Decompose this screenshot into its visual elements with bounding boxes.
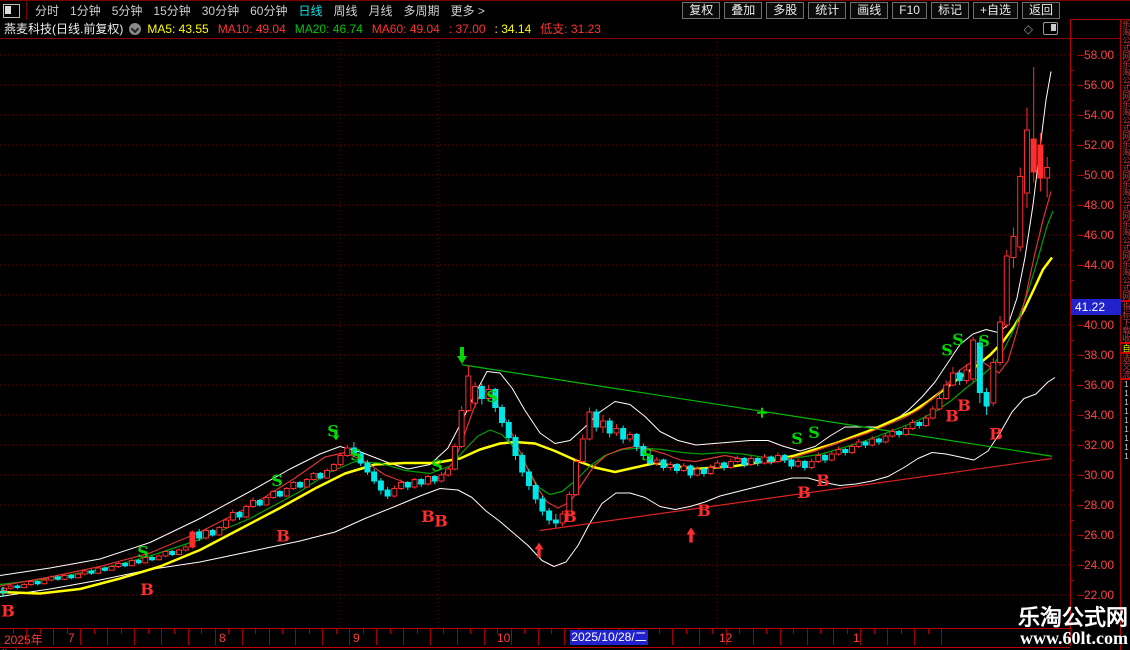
right-strip-text: 111111111 <box>1122 380 1130 461</box>
toolbar-button-6[interactable]: F10 <box>892 2 927 19</box>
period-tab-5[interactable]: 30分钟 <box>202 4 239 18</box>
price-axis-label: 52.00 <box>1084 138 1115 152</box>
price-axis-label: 54.00 <box>1084 108 1115 122</box>
sell-signal-marker: S <box>271 471 283 490</box>
price-axis-label: 40.00 <box>1084 318 1115 332</box>
buy-signal-marker: B <box>140 580 154 599</box>
buy-signal-marker: B <box>816 471 830 490</box>
buy-signal-marker: B <box>989 425 1003 444</box>
selected-date-badge: 2025/10/28/二 <box>570 630 648 645</box>
price-badge: 41.22 <box>1071 298 1121 315</box>
year-label: 2025年 <box>4 633 43 647</box>
trading-app-window: 分时 1分钟 5分钟 15分钟 30分钟 60分钟 日线 周线 月线 多周期 更多 > 复权 叠加 多股… <box>0 0 1130 650</box>
month-label: 10 <box>497 631 511 645</box>
period-tab-4[interactable]: 15分钟 <box>153 4 190 18</box>
toolbar-button-3[interactable]: 多股 <box>766 2 805 19</box>
buy-signal-marker: B <box>957 396 971 415</box>
buy-signal-marker: B <box>1 602 15 621</box>
price-axis-label: 32.00 <box>1084 438 1115 452</box>
buy-signal-marker: B <box>797 483 811 502</box>
buy-signal-marker: B <box>276 527 290 546</box>
period-tab-2[interactable]: 1分钟 <box>70 4 101 18</box>
right-strip-text: 自 <box>1122 344 1130 352</box>
sell-signal-marker: S <box>641 446 653 465</box>
right-strip-text: 指标下载收 <box>1122 302 1130 342</box>
buy-signal-marker: B <box>697 501 711 520</box>
price-axis-label: 24.00 <box>1084 558 1115 572</box>
price-axis-label: 22.00 <box>1084 588 1115 602</box>
indicator-value: 低支: 31.23 <box>540 22 601 36</box>
price-axis: ··· 58.00 ··· 56.00 ··· 54.00 ··· 52.00 ··· 50.00… <box>1070 20 1121 646</box>
buy-signal-marker: B <box>563 507 577 526</box>
price-axis-label: 48.00 <box>1084 198 1115 212</box>
sell-signal-marker: S <box>941 341 953 360</box>
period-tab-1[interactable]: 分时 <box>35 4 59 18</box>
period-tab-7[interactable]: 日线 <box>298 4 322 18</box>
toolbar-button-9[interactable]: 返回 <box>1021 2 1060 19</box>
indicator-value: MA5: 43.55 <box>147 22 209 36</box>
indicator-value: MA10: 49.04 <box>217 22 286 36</box>
sell-signal-marker: S <box>486 387 498 406</box>
watermark-url: www.60lt.com <box>1020 628 1128 649</box>
toolbar-button-8[interactable]: +自选 <box>972 2 1018 19</box>
price-axis-label: 26.00 <box>1084 528 1115 542</box>
price-axis-label: 56.00 <box>1084 78 1115 92</box>
month-label: 7 <box>68 631 75 645</box>
period-tab-10[interactable]: 多周期 <box>404 4 440 18</box>
month-label: 9 <box>353 631 360 645</box>
toolbar-button-4[interactable]: 统计 <box>808 2 847 19</box>
stock-title: 燕麦科技(日线.前复权) <box>4 22 124 36</box>
right-strip-text: 乐淘公式网乐淘公式网乐淘公式网乐淘公式网乐淘公式网乐淘公式网乐淘公式网 <box>1122 20 1130 300</box>
period-tab-8[interactable]: 周线 <box>333 4 357 18</box>
sell-signal-marker: S <box>808 423 820 442</box>
indicator-info-bar: 燕麦科技(日线.前复权) MA5: 43.55 MA10: 49.04 MA20: … <box>0 19 1130 39</box>
period-tab-9[interactable]: 月线 <box>369 4 393 18</box>
price-axis-label: 28.00 <box>1084 498 1115 512</box>
month-label: 8 <box>219 631 226 645</box>
buy-signal-marker: B <box>421 507 435 526</box>
period-toolbar: 分时 1分钟 5分钟 15分钟 30分钟 60分钟 日线 周线 月线 多周期 更多 > 复权 叠加 多股… <box>0 0 1130 20</box>
price-axis-label: 34.00 <box>1084 408 1115 422</box>
toolbar-buttons: 复权 叠加 多股 统计 画线 F10 标记 +自选 返回 <box>678 2 1060 19</box>
sell-signal-marker: S <box>978 332 990 351</box>
indicator-value: MA60: 49.04 <box>371 22 440 36</box>
indicator-value: : 34.14 <box>494 22 532 36</box>
toolbar-button-7[interactable]: 标记 <box>930 2 969 19</box>
candlestick-chart-canvas[interactable]: BSBSBSSSB BSBSBS SBBSS SBBB <box>0 38 1070 628</box>
price-axis-label: 38.00 <box>1084 348 1115 362</box>
window-layout-icon[interactable] <box>3 3 20 18</box>
price-axis-label: 30.00 <box>1084 468 1115 482</box>
chevron-down-circle-icon[interactable] <box>129 22 142 35</box>
right-edge-strip: 乐淘公式网乐淘公式网乐淘公式网乐淘公式网乐淘公式网乐淘公式网乐淘公式网指标下载收… <box>1120 20 1130 650</box>
toolbar-button-2[interactable]: 叠加 <box>724 2 763 19</box>
period-tabs: 分时 1分钟 5分钟 15分钟 30分钟 60分钟 日线 周线 月线 多周期 更多 > <box>35 2 496 19</box>
period-tab-3[interactable]: 5分钟 <box>112 4 143 18</box>
date-axis: 2025年 78910121 2025/10/28/二 <box>0 628 1070 648</box>
sell-signal-marker: S <box>791 429 803 448</box>
panel-layout-icon[interactable] <box>1043 22 1058 35</box>
diamond-icon[interactable]: ◇ <box>1024 22 1033 36</box>
indicator-value: MA20: 46.74 <box>294 22 363 36</box>
sell-signal-marker: S <box>350 446 362 465</box>
toolbar-button-5[interactable]: 画线 <box>850 2 889 19</box>
period-tab-6[interactable]: 60分钟 <box>250 4 287 18</box>
sell-signal-marker: S <box>952 330 964 349</box>
price-axis-label: 46.00 <box>1084 228 1115 242</box>
watermark: 乐淘公式网 www.60lt.com <box>1018 606 1128 648</box>
month-label: 1 <box>853 631 860 645</box>
price-axis-label: 50.00 <box>1084 168 1115 182</box>
sell-signal-marker: S <box>137 542 149 561</box>
right-strip-text: 选交流 <box>1122 354 1130 378</box>
period-tab-11[interactable]: 更多 > <box>451 4 485 18</box>
toolbar-button-1[interactable]: 复权 <box>682 2 721 19</box>
indicator-value: : 37.00 <box>448 22 486 36</box>
watermark-site-name: 乐淘公式网 <box>1017 605 1128 631</box>
buy-signal-marker: B <box>434 512 448 531</box>
ma-indicator-values: MA5: 43.55 MA10: 49.04 MA20: 46.74 MA60: 49… <box>147 20 610 37</box>
price-axis-label: 36.00 <box>1084 378 1115 392</box>
sell-signal-marker: S <box>431 456 443 475</box>
price-axis-label: 44.00 <box>1084 258 1115 272</box>
price-axis-label: 58.00 <box>1084 48 1115 62</box>
divider <box>26 1 27 20</box>
